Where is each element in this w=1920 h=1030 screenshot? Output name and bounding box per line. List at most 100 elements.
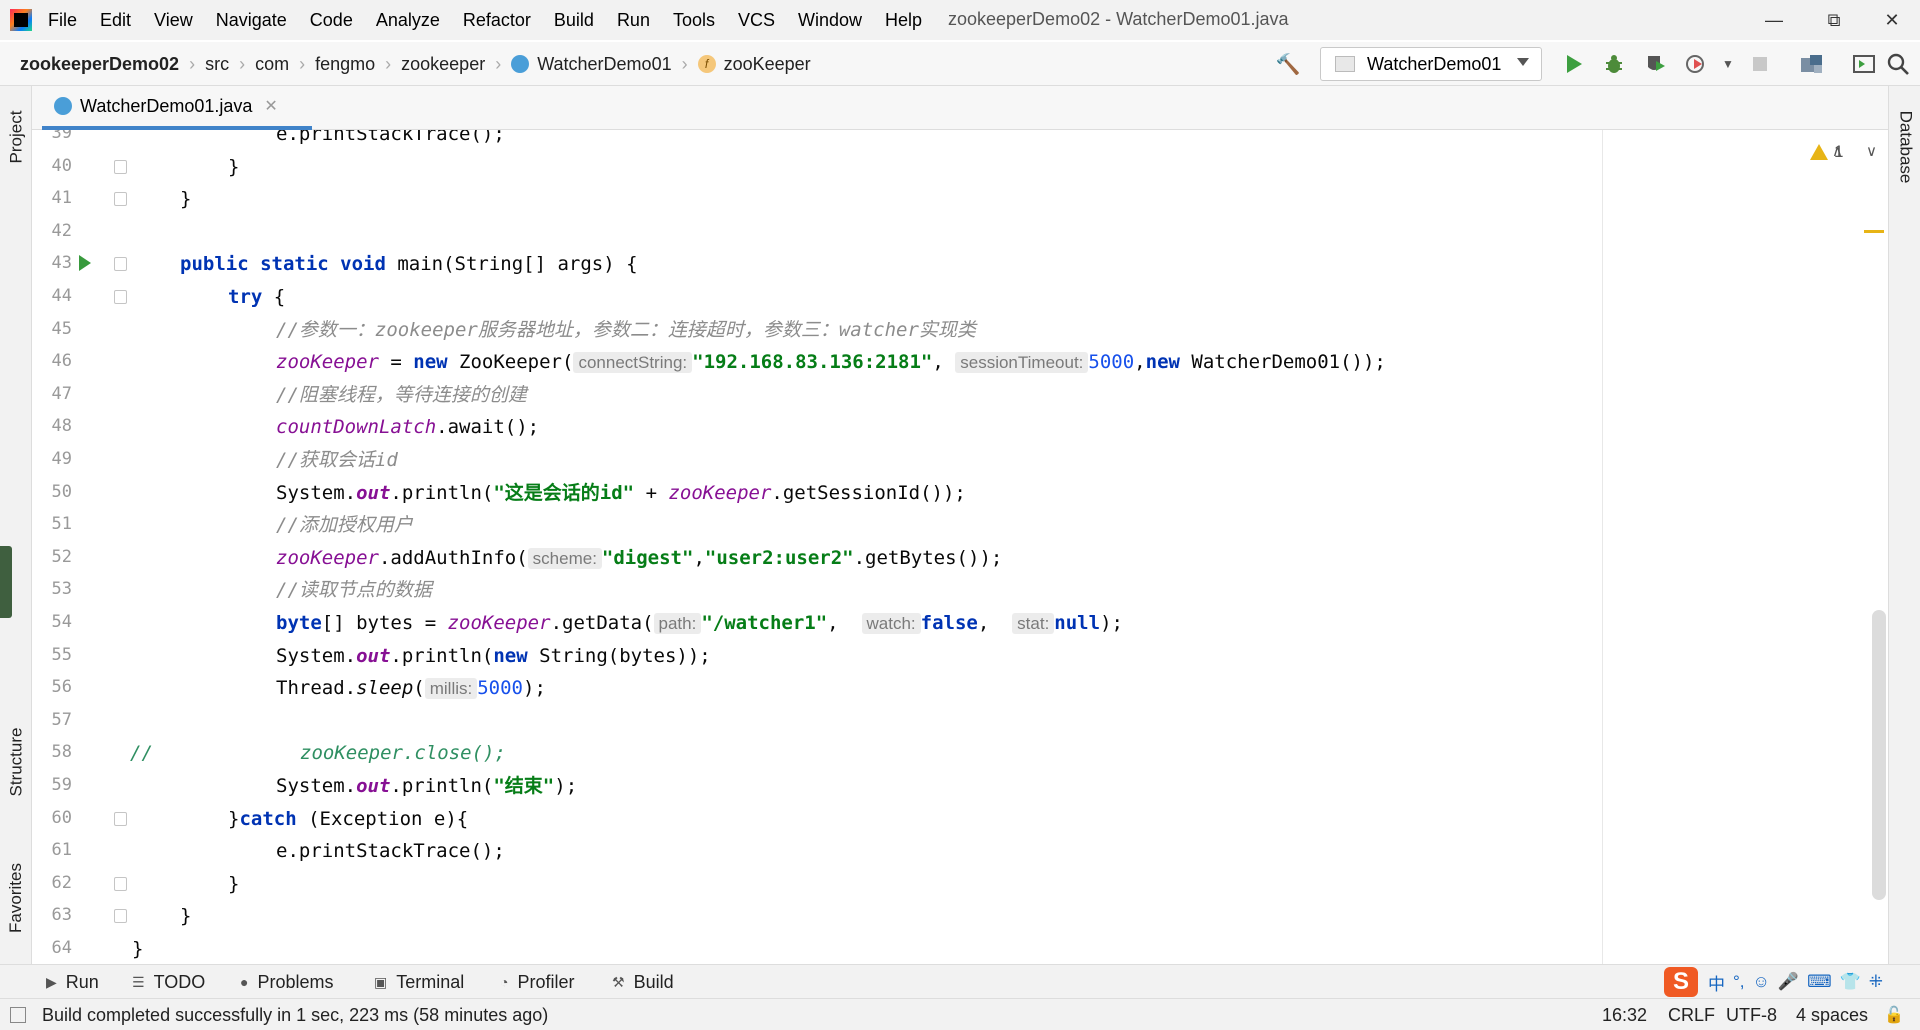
build-tool-label: Build (633, 971, 674, 992)
code-text: Thread. (276, 677, 357, 700)
line-number: 59 (51, 775, 72, 795)
parameter-hint: scheme: (527, 547, 602, 569)
breadcrumb-src[interactable]: src (205, 54, 229, 75)
fold-marker-icon[interactable] (114, 876, 127, 891)
fold-marker-icon[interactable] (114, 159, 127, 174)
chevron-up-icon[interactable]: ∧ (1832, 142, 1843, 160)
minimize-button[interactable]: — (1746, 0, 1802, 40)
close-window-button[interactable]: ✕ (1864, 0, 1920, 40)
parameter-hint: connectString: (573, 352, 693, 374)
file-encoding[interactable]: UTF-8 (1726, 1005, 1777, 1026)
ime-toolbox-icon[interactable]: ⁜ (1869, 972, 1883, 992)
favorites-tool-tab[interactable]: Favorites (0, 842, 32, 954)
ime-keyboard-icon[interactable]: ⌨ (1807, 972, 1832, 992)
ime-voice-icon[interactable]: 🎤 (1778, 972, 1799, 992)
project-tool-tab[interactable]: Project (0, 94, 32, 180)
profile-button[interactable] (1684, 52, 1708, 76)
menu-navigate[interactable]: Navigate (216, 10, 287, 31)
caret-position[interactable]: 16:32 (1602, 1005, 1647, 1026)
gutter-line: 55 (32, 640, 122, 673)
build-hammer-icon[interactable]: 🔨 (1276, 52, 1301, 76)
line-number: 64 (51, 938, 72, 958)
indent-setting[interactable]: 4 spaces (1796, 1005, 1868, 1026)
menu-refactor[interactable]: Refactor (463, 10, 531, 31)
database-tool-tab[interactable]: Database (1889, 92, 1920, 202)
menu-analyze[interactable]: Analyze (376, 10, 440, 31)
lock-icon[interactable]: 🔓 (1884, 1005, 1904, 1025)
chevron-down-icon[interactable]: ∨ (1866, 142, 1877, 160)
fold-marker-icon[interactable] (114, 909, 127, 924)
project-structure-button[interactable] (1800, 52, 1824, 76)
menu-run[interactable]: Run (617, 10, 650, 31)
fold-marker-icon[interactable] (114, 290, 127, 304)
menu-edit[interactable]: Edit (100, 10, 131, 31)
status-message[interactable]: Build completed successfully in 1 sec, 2… (42, 1005, 548, 1026)
menu-file[interactable]: File (48, 10, 77, 31)
breadcrumb-field[interactable]: zooKeeper (724, 54, 811, 75)
sogou-logo-icon[interactable]: S (1664, 967, 1698, 997)
code-area[interactable]: e.printStackTrace(); } } public static v… (130, 130, 1600, 964)
more-run-options-icon[interactable]: ▼ (1716, 52, 1740, 76)
run-configuration-select[interactable]: WatcherDemo01 (1320, 47, 1542, 81)
fold-marker-icon[interactable] (114, 811, 127, 826)
menu-code[interactable]: Code (310, 10, 353, 31)
debug-button[interactable] (1602, 52, 1626, 76)
code-comment: //参数一：zookeeper服务器地址，参数二：连接超时，参数三：watche… (276, 318, 976, 341)
parameter-hint: stat: (1012, 613, 1055, 634)
line-number: 61 (51, 840, 72, 861)
run-with-coverage-button[interactable] (1644, 52, 1668, 76)
menu-vcs[interactable]: VCS (738, 10, 775, 31)
fold-marker-icon[interactable] (114, 192, 127, 207)
coverage-icon (1648, 56, 1665, 71)
code-line-50: System.out.println("这是会话的id" + zooKeeper… (276, 477, 966, 510)
restore-button[interactable]: ⧉ (1806, 0, 1862, 40)
breadcrumb-com[interactable]: com (255, 54, 289, 75)
breadcrumb-fengmo[interactable]: fengmo (315, 54, 375, 75)
vertical-scrollbar[interactable] (1872, 610, 1886, 900)
run-button[interactable] (1562, 52, 1586, 76)
gutter-line: 43 (32, 248, 127, 281)
menu-help[interactable]: Help (885, 10, 922, 31)
ime-punctuation-icon[interactable]: °, (1733, 972, 1745, 992)
menu-build[interactable]: Build (554, 10, 594, 31)
problems-icon: ● (240, 974, 249, 990)
line-number: 54 (51, 612, 72, 632)
java-class-icon (54, 97, 72, 115)
line-separator[interactable]: CRLF (1668, 1005, 1715, 1026)
menu-view[interactable]: View (154, 10, 193, 31)
left-tool-strip: Project Structure Favorites (0, 86, 32, 964)
line-number: 56 (51, 677, 72, 698)
structure-tool-tab[interactable]: Structure (0, 706, 32, 818)
tab-watcherdemo01[interactable]: WatcherDemo01.java ✕ (42, 86, 312, 130)
fold-marker-icon[interactable] (114, 257, 127, 272)
breadcrumb-project[interactable]: zookeeperDemo02 (20, 54, 179, 75)
search-everywhere-button[interactable] (1886, 52, 1910, 76)
stop-button[interactable] (1748, 52, 1772, 76)
code-line-52: zooKeeper.addAuthInfo(scheme: "digest","u… (276, 542, 1002, 575)
code-line-49: //获取会话id (276, 444, 398, 477)
build-tool-button[interactable]: ⚒ Build (612, 965, 674, 999)
close-tab-icon[interactable]: ✕ (264, 96, 277, 116)
code-text: + (634, 481, 669, 504)
problems-tool-button[interactable]: ● Problems (240, 965, 334, 999)
todo-tool-button[interactable]: ☰ TODO (132, 965, 205, 999)
code-line-44: try { (228, 281, 285, 314)
profiler-tool-button[interactable]: ◔ Profiler (500, 965, 574, 999)
run-gutter-icon[interactable] (79, 255, 91, 272)
code-editor[interactable]: 39 40 41 42 43 44 45 46 47 48 49 50 51 52 53 54 55 56 57 58… (32, 130, 1888, 964)
ime-chinese-mode[interactable]: 中 (1708, 970, 1725, 995)
warning-stripe-marker[interactable] (1864, 230, 1884, 233)
ime-emoji-icon[interactable]: ☺ (1753, 972, 1770, 992)
menu-tools[interactable]: Tools (673, 10, 715, 31)
event-log-icon[interactable] (10, 1007, 26, 1023)
terminal-tool-button[interactable]: ▣ Terminal (374, 965, 464, 999)
static-field-ref: out (356, 644, 391, 667)
menu-window[interactable]: Window (798, 10, 862, 31)
terminal-toolbar-button[interactable] (1852, 52, 1876, 76)
ime-skin-icon[interactable]: 👕 (1840, 972, 1861, 992)
field-ref: zooKeeper (668, 481, 772, 504)
run-tool-button[interactable]: ▶ Run (46, 965, 99, 999)
code-text: System. (276, 644, 357, 667)
breadcrumb-zookeeper[interactable]: zookeeper (401, 54, 485, 75)
breadcrumb-class[interactable]: WatcherDemo01 (537, 54, 671, 75)
